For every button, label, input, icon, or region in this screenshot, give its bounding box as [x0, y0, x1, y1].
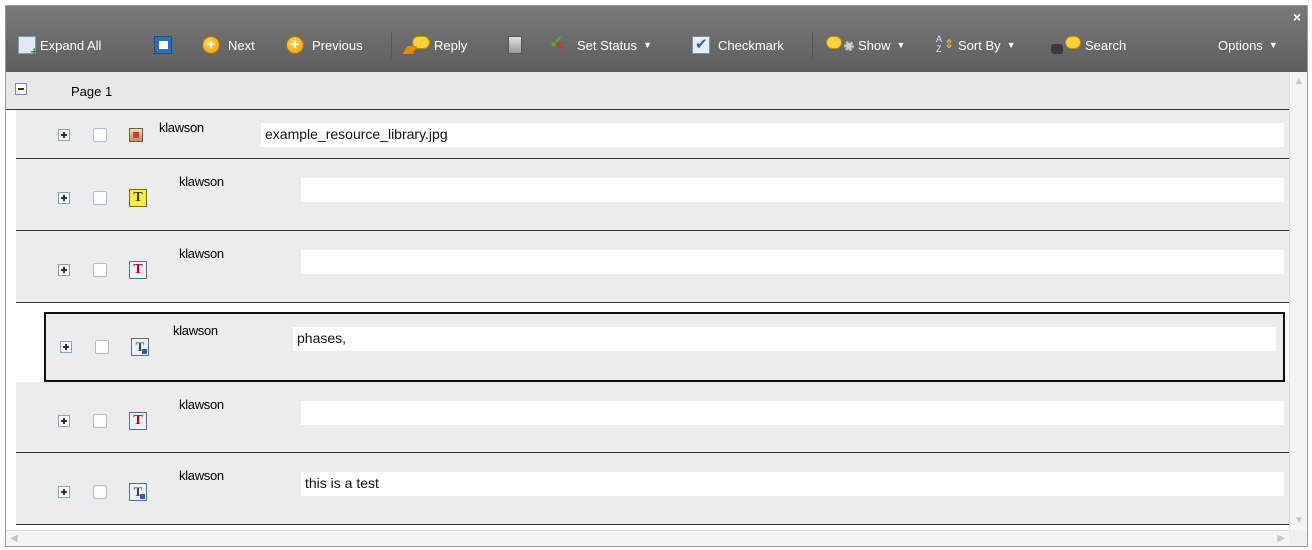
page-group-row[interactable]: Page 1: [6, 72, 1289, 110]
list-item[interactable]: T klawson this is a test: [16, 453, 1289, 525]
sort-by-menu[interactable]: A Z ⇕ Sort By ▼: [936, 34, 1016, 56]
list-item[interactable]: T klawson: [16, 382, 1289, 453]
strikethrough-icon: T: [129, 261, 147, 279]
set-status-menu[interactable]: ✓ × Set Status ▼: [549, 32, 652, 56]
vertical-scrollbar[interactable]: ▲ ▼: [1289, 72, 1307, 530]
author-name: klawson: [159, 120, 204, 135]
list-item[interactable]: klawson example_resource_library.jpg: [16, 110, 1289, 159]
page-label: Page 1: [71, 84, 113, 99]
scroll-left-icon[interactable]: ◀: [10, 533, 18, 544]
toolbar-separator: [812, 32, 813, 58]
comment-text-field[interactable]: phases,: [293, 327, 1276, 351]
search-binoculars-icon: [1051, 36, 1081, 54]
strikethrough-icon: T: [129, 412, 147, 430]
list-item-selected[interactable]: T klawson phases,: [44, 312, 1285, 382]
reply-bubble-icon: [402, 36, 430, 54]
previous-arrow-icon: [286, 36, 304, 54]
replace-text-icon: T: [129, 483, 147, 501]
chevron-down-icon: ▼: [1268, 40, 1278, 50]
expand-all-button[interactable]: Expand All: [18, 34, 101, 59]
author-name: klawson: [179, 246, 224, 261]
comment-text-field[interactable]: this is a test: [301, 472, 1284, 496]
horizontal-scrollbar[interactable]: ◀ ▶: [6, 530, 1289, 546]
collapse-all-button[interactable]: [154, 34, 172, 56]
scroll-up-icon[interactable]: ▲: [1294, 76, 1304, 87]
author-name: klawson: [179, 468, 224, 483]
scroll-down-icon[interactable]: ▼: [1294, 515, 1304, 526]
expand-toggle-icon[interactable]: [60, 341, 72, 353]
close-icon[interactable]: ×: [1293, 9, 1301, 25]
expand-toggle-icon[interactable]: [58, 192, 70, 204]
file-attachment-icon: [129, 128, 143, 142]
show-bubble-icon: [826, 36, 854, 54]
review-checkbox[interactable]: [95, 340, 109, 354]
chevron-down-icon: ▼: [896, 40, 906, 50]
review-checkbox[interactable]: [93, 414, 107, 428]
next-arrow-icon: [202, 36, 220, 54]
toolbar-separator: [391, 32, 392, 58]
review-checkbox[interactable]: [93, 485, 107, 499]
author-name: klawson: [179, 174, 224, 189]
checkmark-icon: [692, 35, 710, 54]
comment-text-field[interactable]: example_resource_library.jpg: [261, 123, 1284, 147]
chevron-down-icon: ▼: [1006, 40, 1016, 50]
trash-icon: [508, 36, 522, 54]
insert-text-icon: T: [131, 338, 149, 356]
comment-text-field[interactable]: [301, 250, 1284, 274]
review-checkbox[interactable]: [93, 128, 107, 142]
show-menu[interactable]: Show ▼: [826, 34, 905, 56]
list-item[interactable]: T klawson: [16, 159, 1289, 231]
scroll-right-icon[interactable]: ▶: [1277, 533, 1285, 544]
comments-panel: Expand All Next Previous Reply ✓× Set St…: [5, 5, 1308, 547]
status-check-icon: ✓ ×: [549, 32, 565, 53]
chevron-down-icon: ▼: [642, 40, 652, 50]
comment-text-field[interactable]: [301, 401, 1284, 425]
options-menu[interactable]: Options ▼: [1214, 34, 1278, 56]
comments-list: Page 1 klawson example_resource_library.…: [6, 72, 1289, 546]
review-checkbox[interactable]: [93, 191, 107, 205]
expand-toggle-icon[interactable]: [58, 415, 70, 427]
expand-toggle-icon[interactable]: [58, 264, 70, 276]
expand-toggle-icon[interactable]: [58, 129, 70, 141]
sort-az-icon: A Z ⇕: [936, 34, 955, 54]
list-item[interactable]: T klawson: [16, 231, 1289, 303]
expand-toggle-icon[interactable]: [58, 486, 70, 498]
next-button[interactable]: Next: [202, 34, 255, 56]
scrollbar-corner: [1289, 530, 1307, 546]
text-note-icon: T: [129, 189, 147, 207]
author-name: klawson: [179, 397, 224, 412]
delete-button[interactable]: [508, 34, 522, 56]
collapse-all-icon: [154, 36, 172, 54]
checkmark-button[interactable]: Checkmark: [692, 34, 784, 56]
collapse-toggle-icon[interactable]: [15, 83, 27, 95]
review-checkbox[interactable]: [93, 263, 107, 277]
previous-button[interactable]: Previous: [286, 34, 363, 56]
comment-text-field[interactable]: [301, 178, 1284, 202]
expand-all-icon: [18, 36, 38, 59]
author-name: klawson: [173, 323, 218, 338]
reply-button[interactable]: Reply: [402, 34, 467, 56]
comments-toolbar: Expand All Next Previous Reply ✓× Set St…: [6, 6, 1307, 72]
search-button[interactable]: Search: [1051, 34, 1126, 56]
